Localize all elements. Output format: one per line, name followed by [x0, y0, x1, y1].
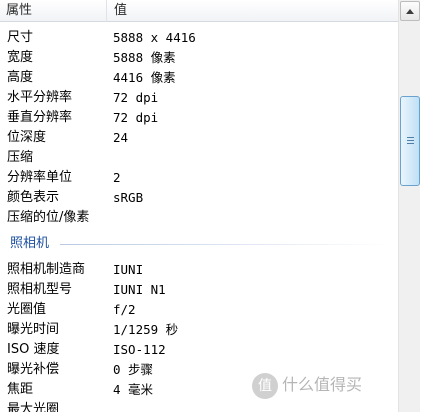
property-row-dimensions[interactable]: 尺寸 5888 x 4416 — [0, 28, 398, 48]
property-list: 尺寸 5888 x 4416 宽度 5888 像素 高度 4416 像素 水平分… — [0, 28, 398, 412]
property-name: 最大光圈 — [7, 402, 60, 412]
property-name: 照相机型号 — [7, 282, 73, 297]
property-value: ISO-112 — [113, 342, 166, 357]
property-row-width[interactable]: 宽度 5888 像素 — [0, 48, 398, 68]
property-value: 5888 像素 — [113, 50, 176, 65]
property-row-aperture[interactable]: 光圈值 f/2 — [0, 300, 398, 320]
group-divider — [60, 244, 392, 245]
property-value: 72 dpi — [113, 110, 159, 125]
property-row-camera-maker[interactable]: 照相机制造商 IUNI — [0, 260, 398, 280]
property-value: 24 — [113, 130, 129, 145]
column-header-property[interactable]: 属性 — [0, 0, 107, 22]
property-name: 水平分辨率 — [7, 90, 73, 105]
grip-line-icon — [407, 143, 414, 144]
property-row-max-aperture[interactable]: 最大光圈 — [0, 400, 398, 412]
watermark: 值什么值得买 — [252, 370, 362, 400]
property-row-compression[interactable]: 压缩 — [0, 148, 398, 168]
scrollbar-thumb[interactable] — [400, 96, 420, 186]
property-name: 焦距 — [7, 382, 34, 397]
property-row-vertical-resolution[interactable]: 垂直分辨率 72 dpi — [0, 108, 398, 128]
property-name: 颜色表示 — [7, 190, 60, 205]
property-value: 5888 x 4416 — [113, 30, 196, 45]
property-name: ISO 速度 — [7, 342, 60, 357]
grip-line-icon — [407, 137, 414, 138]
property-value: sRGB — [113, 190, 144, 205]
group-camera: 照相机 — [0, 228, 398, 260]
grip-line-icon — [407, 140, 414, 141]
property-row-resolution-unit[interactable]: 分辨率单位 2 — [0, 168, 398, 188]
property-row-color-representation[interactable]: 颜色表示 sRGB — [0, 188, 398, 208]
property-value: f/2 — [113, 302, 136, 317]
property-value: 2 — [113, 170, 121, 185]
property-row-bit-depth[interactable]: 位深度 24 — [0, 128, 398, 148]
vertical-scrollbar[interactable] — [398, 0, 420, 412]
watermark-text: 什么值得买 — [282, 375, 363, 394]
column-header-value[interactable]: 值 — [108, 0, 398, 22]
property-name: 垂直分辨率 — [7, 110, 73, 125]
scroll-up-button[interactable] — [400, 1, 420, 21]
property-value: IUNI — [113, 262, 144, 277]
property-row-iso-speed[interactable]: ISO 速度 ISO-112 — [0, 340, 398, 360]
property-name: 光圈值 — [7, 302, 47, 317]
property-name: 曝光补偿 — [7, 362, 60, 377]
property-value: IUNI N1 — [113, 282, 166, 297]
property-name: 照相机制造商 — [7, 262, 86, 277]
chevron-up-icon — [406, 9, 414, 14]
property-name: 曝光时间 — [7, 322, 60, 337]
property-name: 宽度 — [7, 50, 34, 65]
column-header: 属性 值 — [0, 0, 398, 22]
property-value: 4416 像素 — [113, 70, 176, 85]
property-row-horizontal-resolution[interactable]: 水平分辨率 72 dpi — [0, 88, 398, 108]
property-name: 尺寸 — [7, 30, 34, 45]
property-row-compressed-bits-per-pixel[interactable]: 压缩的位/像素 — [0, 208, 398, 228]
property-value: 4 毫米 — [113, 382, 154, 397]
property-value: 72 dpi — [113, 90, 159, 105]
property-row-height[interactable]: 高度 4416 像素 — [0, 68, 398, 88]
property-name: 分辨率单位 — [7, 170, 73, 185]
property-name: 压缩 — [7, 150, 34, 165]
property-name: 压缩的位/像素 — [7, 210, 90, 225]
property-name: 位深度 — [7, 130, 47, 145]
property-value: 1/1259 秒 — [113, 322, 179, 337]
watermark-badge: 值 — [252, 372, 278, 399]
property-name: 高度 — [7, 70, 34, 85]
group-title: 照相机 — [10, 236, 50, 251]
property-row-exposure-time[interactable]: 曝光时间 1/1259 秒 — [0, 320, 398, 340]
property-row-camera-model[interactable]: 照相机型号 IUNI N1 — [0, 280, 398, 300]
properties-panel: 属性 值 尺寸 5888 x 4416 宽度 5888 像素 高度 4416 像… — [0, 0, 398, 412]
property-value: 0 步骤 — [113, 362, 154, 377]
